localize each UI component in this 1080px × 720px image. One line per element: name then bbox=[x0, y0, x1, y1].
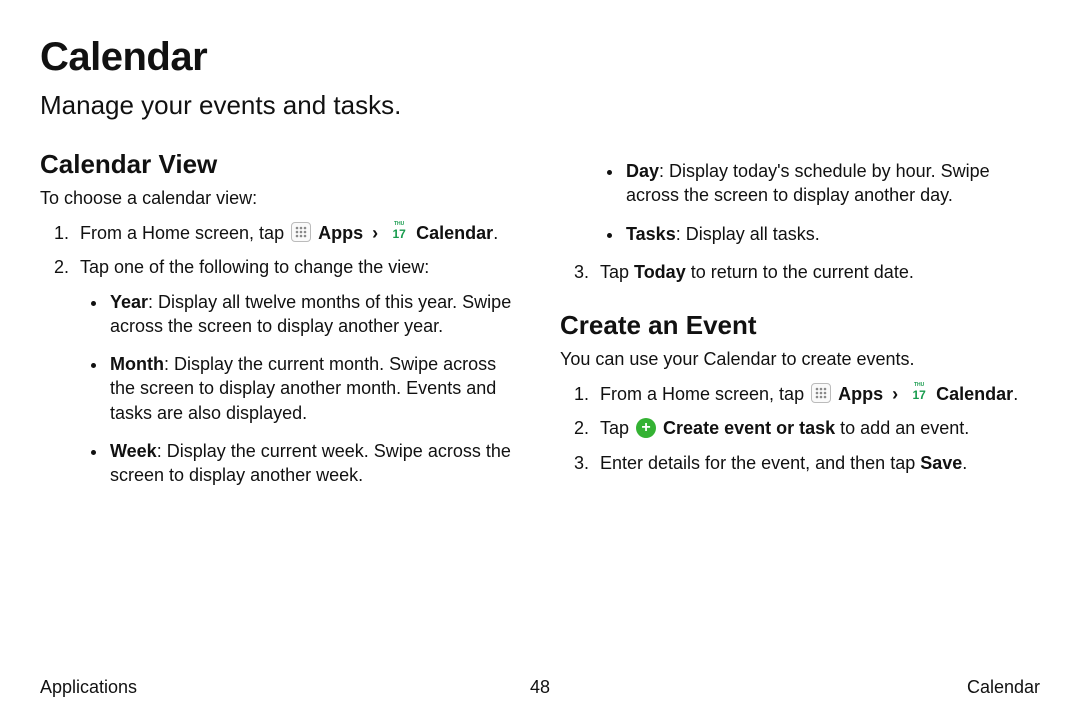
view-step-3-list: Tap Today to return to the current date. bbox=[560, 260, 1040, 284]
view-steps: From a Home screen, tap Apps › THU 17 Ca… bbox=[40, 221, 520, 488]
section-calendar-view: Calendar View bbox=[40, 149, 520, 180]
bullet-week: Week: Display the current week. Swipe ac… bbox=[108, 439, 520, 488]
right-column: Day: Display today's schedule by hour. S… bbox=[560, 149, 1040, 502]
view-step-2: Tap one of the following to change the v… bbox=[74, 255, 520, 487]
apps-label: Apps bbox=[318, 223, 363, 243]
apps-icon bbox=[811, 383, 831, 403]
content-columns: Calendar View To choose a calendar view:… bbox=[40, 149, 1040, 502]
view-bullets-cont: Day: Display today's schedule by hour. S… bbox=[560, 159, 1040, 246]
calendar-icon: THU 17 bbox=[389, 222, 409, 242]
bullet-month: Month: Display the current month. Swipe … bbox=[108, 352, 520, 425]
view-step-1: From a Home screen, tap Apps › THU 17 Ca… bbox=[74, 221, 520, 245]
manual-page: Calendar Manage your events and tasks. C… bbox=[0, 0, 1080, 720]
calendar-label: Calendar bbox=[416, 223, 493, 243]
view-continued: Day: Display today's schedule by hour. S… bbox=[560, 159, 1040, 284]
create-steps: From a Home screen, tap Apps › THU 17 Ca… bbox=[560, 382, 1040, 475]
create-intro: You can use your Calendar to create even… bbox=[560, 349, 1040, 370]
chevron-right-icon: › bbox=[892, 384, 898, 404]
view-intro: To choose a calendar view: bbox=[40, 188, 520, 209]
footer-right: Calendar bbox=[967, 677, 1040, 698]
apps-icon bbox=[291, 222, 311, 242]
section-create-event: Create an Event bbox=[560, 310, 1040, 341]
page-title: Calendar bbox=[40, 35, 1040, 80]
calendar-icon: THU 17 bbox=[909, 383, 929, 403]
bullet-tasks: Tasks: Display all tasks. bbox=[624, 222, 1040, 246]
bullet-day: Day: Display today's schedule by hour. S… bbox=[624, 159, 1040, 208]
page-subtitle: Manage your events and tasks. bbox=[40, 90, 1040, 121]
create-step-2: Tap + Create event or task to add an eve… bbox=[594, 416, 1040, 440]
create-step-3: Enter details for the event, and then ta… bbox=[594, 451, 1040, 475]
bullet-year: Year: Display all twelve months of this … bbox=[108, 290, 520, 339]
chevron-right-icon: › bbox=[372, 223, 378, 243]
footer-left: Applications bbox=[40, 677, 137, 698]
create-step-1: From a Home screen, tap Apps › THU 17 Ca… bbox=[594, 382, 1040, 406]
plus-icon: + bbox=[636, 418, 656, 438]
step1-pre: From a Home screen, tap bbox=[80, 223, 284, 243]
left-column: Calendar View To choose a calendar view:… bbox=[40, 149, 520, 502]
page-footer: Applications 48 Calendar bbox=[40, 677, 1040, 698]
view-step-3: Tap Today to return to the current date. bbox=[594, 260, 1040, 284]
view-bullets: Year: Display all twelve months of this … bbox=[80, 290, 520, 488]
footer-page-number: 48 bbox=[530, 677, 550, 698]
create-event-section: Create an Event You can use your Calenda… bbox=[560, 310, 1040, 475]
